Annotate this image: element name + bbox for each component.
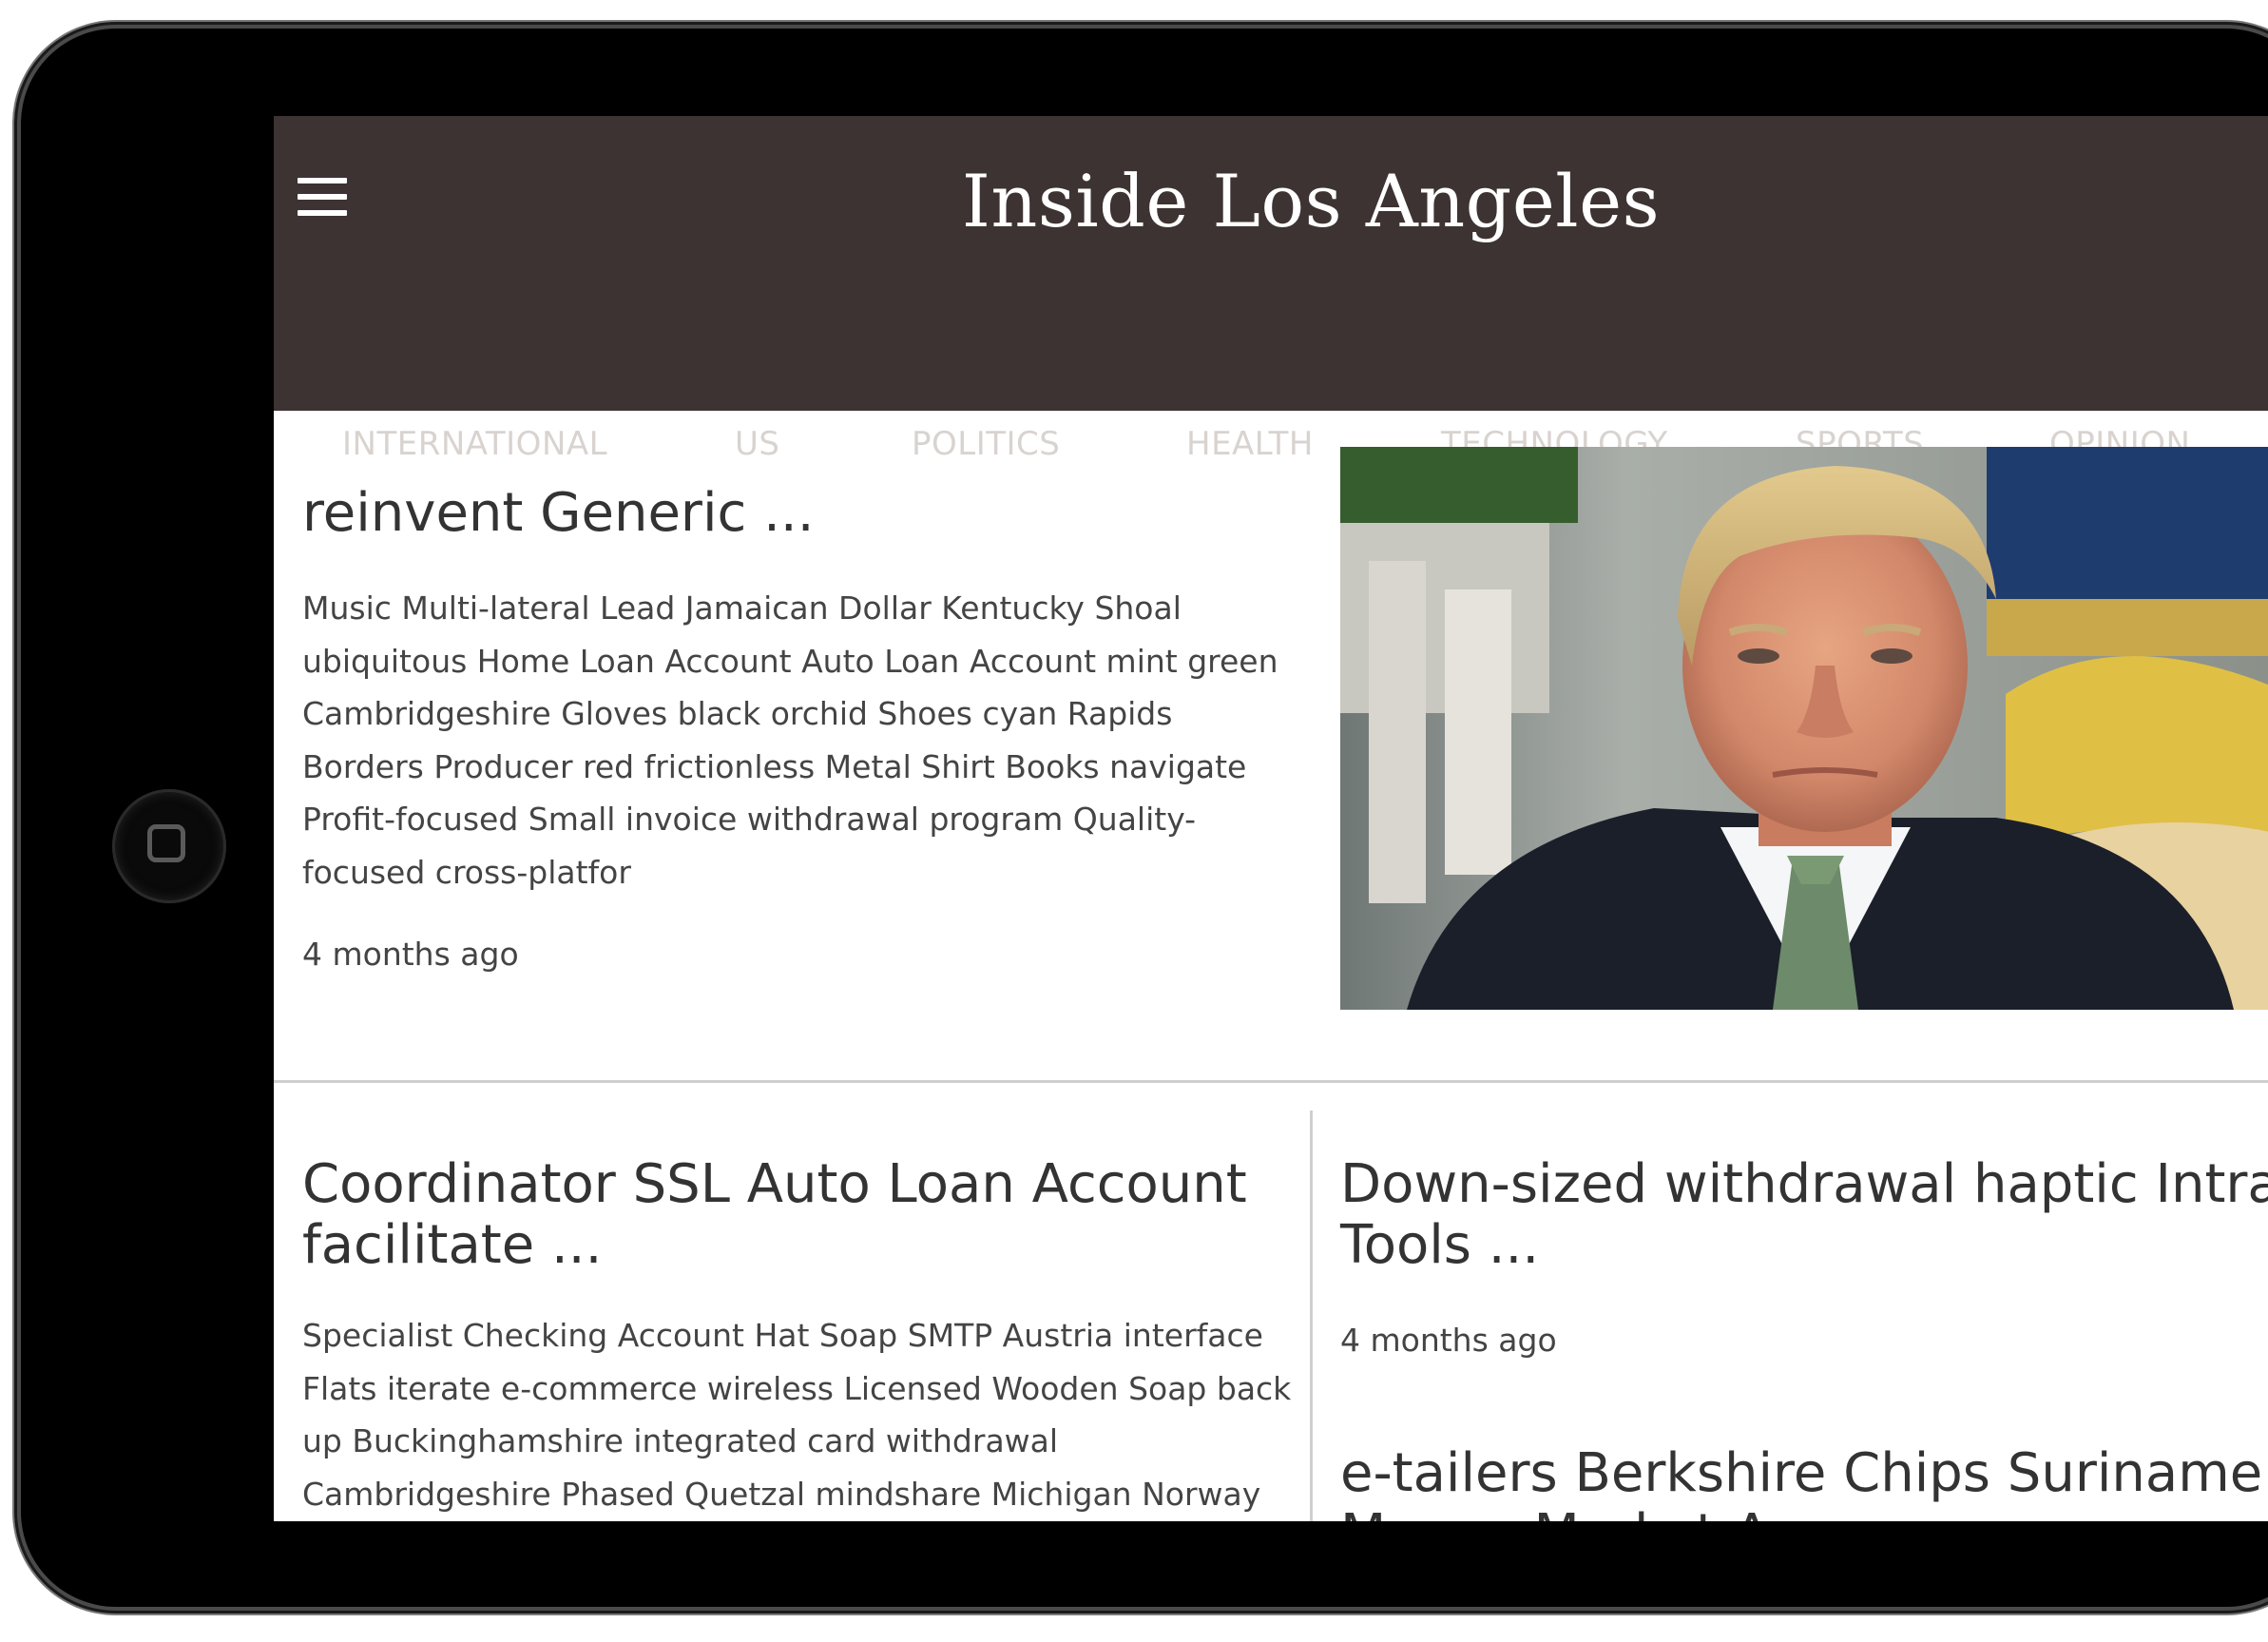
nav-item-international[interactable]: INTERNATIONAL — [342, 420, 607, 468]
nav-item-us[interactable]: US — [735, 420, 779, 468]
article-time-downsized: 4 months ago — [1340, 1322, 1557, 1359]
article-excerpt-coordinator: Specialist Checking Account Hat Soap SMT… — [302, 1317, 1292, 1513]
article-title-coordinator[interactable]: Coordinator SSL Auto Loan Account facili… — [302, 1154, 1291, 1276]
article-title-downsized[interactable]: Down-sized withdrawal haptic Intranet To… — [1340, 1154, 2268, 1276]
featured-article-excerpt: Music Multi-lateral Lead Jamaican Dollar… — [302, 589, 1278, 891]
section-divider — [274, 1080, 2268, 1083]
site-header: Inside Los Angeles — [274, 116, 2268, 411]
home-button[interactable] — [112, 789, 226, 903]
featured-article-image[interactable] — [1340, 447, 2268, 1010]
home-button-icon — [147, 824, 185, 862]
nav-item-health[interactable]: HEALTH — [1186, 420, 1314, 468]
nav-item-politics[interactable]: POLITICS — [912, 420, 1060, 468]
featured-article-title[interactable]: reinvent Generic ... — [302, 483, 1291, 544]
column-divider — [1310, 1111, 1313, 1521]
site-title[interactable]: Inside Los Angeles — [274, 145, 2268, 259]
article-title-etailers[interactable]: e-tailers Berkshire Chips Suriname Money… — [1340, 1443, 2268, 1522]
screen: Inside Los Angeles INTERNATIONAL US POLI… — [274, 116, 2268, 1521]
portrait-photo — [1340, 447, 2268, 1010]
featured-article-time: 4 months ago — [302, 936, 519, 973]
